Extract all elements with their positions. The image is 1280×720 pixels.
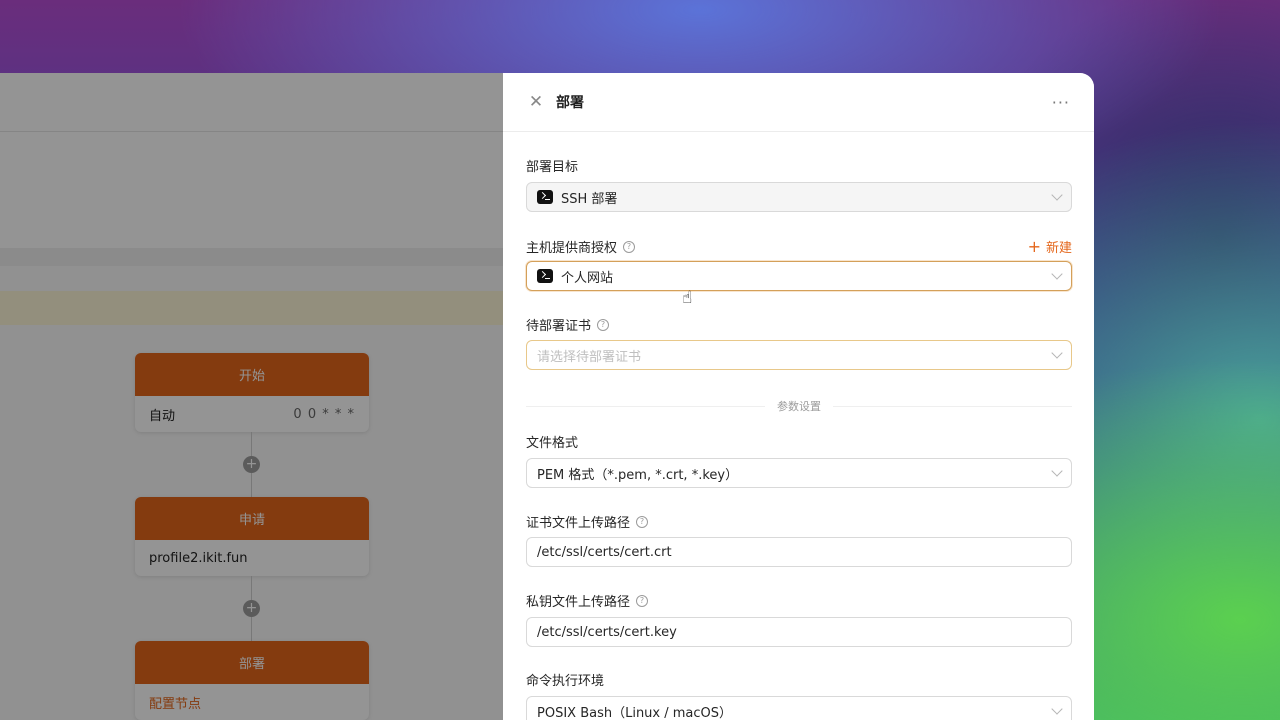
help-icon[interactable]: ? [597,318,610,331]
terminal-icon [537,190,553,204]
chevron-down-icon [1051,189,1063,201]
section-divider: 参数设置 [526,398,1072,414]
pointer-cursor-icon: ☝ [682,288,693,308]
shell-select[interactable]: POSIX Bash（Linux / macOS） [526,696,1072,720]
format-select[interactable]: PEM 格式（*.pem, *.crt, *.key） [526,458,1072,488]
target-label: 部署目标 [526,160,579,175]
chevron-down-icon [1051,347,1063,359]
drawer-header: ✕ 部署 ··· [503,73,1094,132]
certificate-select[interactable]: 请选择待部署证书 [526,340,1072,370]
access-label: 主机提供商授权 ? [526,237,636,256]
format-label: 文件格式 [526,436,579,451]
modal-overlay[interactable] [0,73,503,720]
help-icon[interactable]: ? [623,240,636,253]
help-icon[interactable]: ? [636,515,649,528]
app-window: 开始 自动 0 0 * * * + 申请 profile2.ikit.fun +… [0,73,1094,720]
chevron-down-icon [1051,268,1063,280]
shell-label: 命令执行环境 [526,674,605,689]
new-access-button[interactable]: + 新建 [1027,237,1072,257]
more-icon[interactable]: ··· [1052,93,1070,112]
cert-path-input[interactable]: /etc/ssl/certs/cert.crt [526,537,1072,567]
drawer-title: 部署 [556,95,584,111]
key-path-label: 私钥文件上传路径 ? [526,591,649,610]
close-icon[interactable]: ✕ [527,93,545,111]
access-select[interactable]: 个人网站 [526,261,1072,291]
deploy-target-select[interactable]: SSH 部署 [526,182,1072,212]
terminal-icon [537,269,553,283]
plus-icon: + [1027,237,1041,256]
chevron-down-icon [1051,465,1063,477]
chevron-down-icon [1051,703,1063,715]
key-path-input[interactable]: /etc/ssl/certs/cert.key [526,617,1072,647]
certificate-label: 待部署证书 ? [526,315,610,334]
cert-path-label: 证书文件上传路径 ? [526,512,649,531]
deploy-drawer: ✕ 部署 ··· 部署目标 SSH 部署 主机提供商授权 ? + 新建 个人网站… [503,73,1094,720]
help-icon[interactable]: ? [636,594,649,607]
